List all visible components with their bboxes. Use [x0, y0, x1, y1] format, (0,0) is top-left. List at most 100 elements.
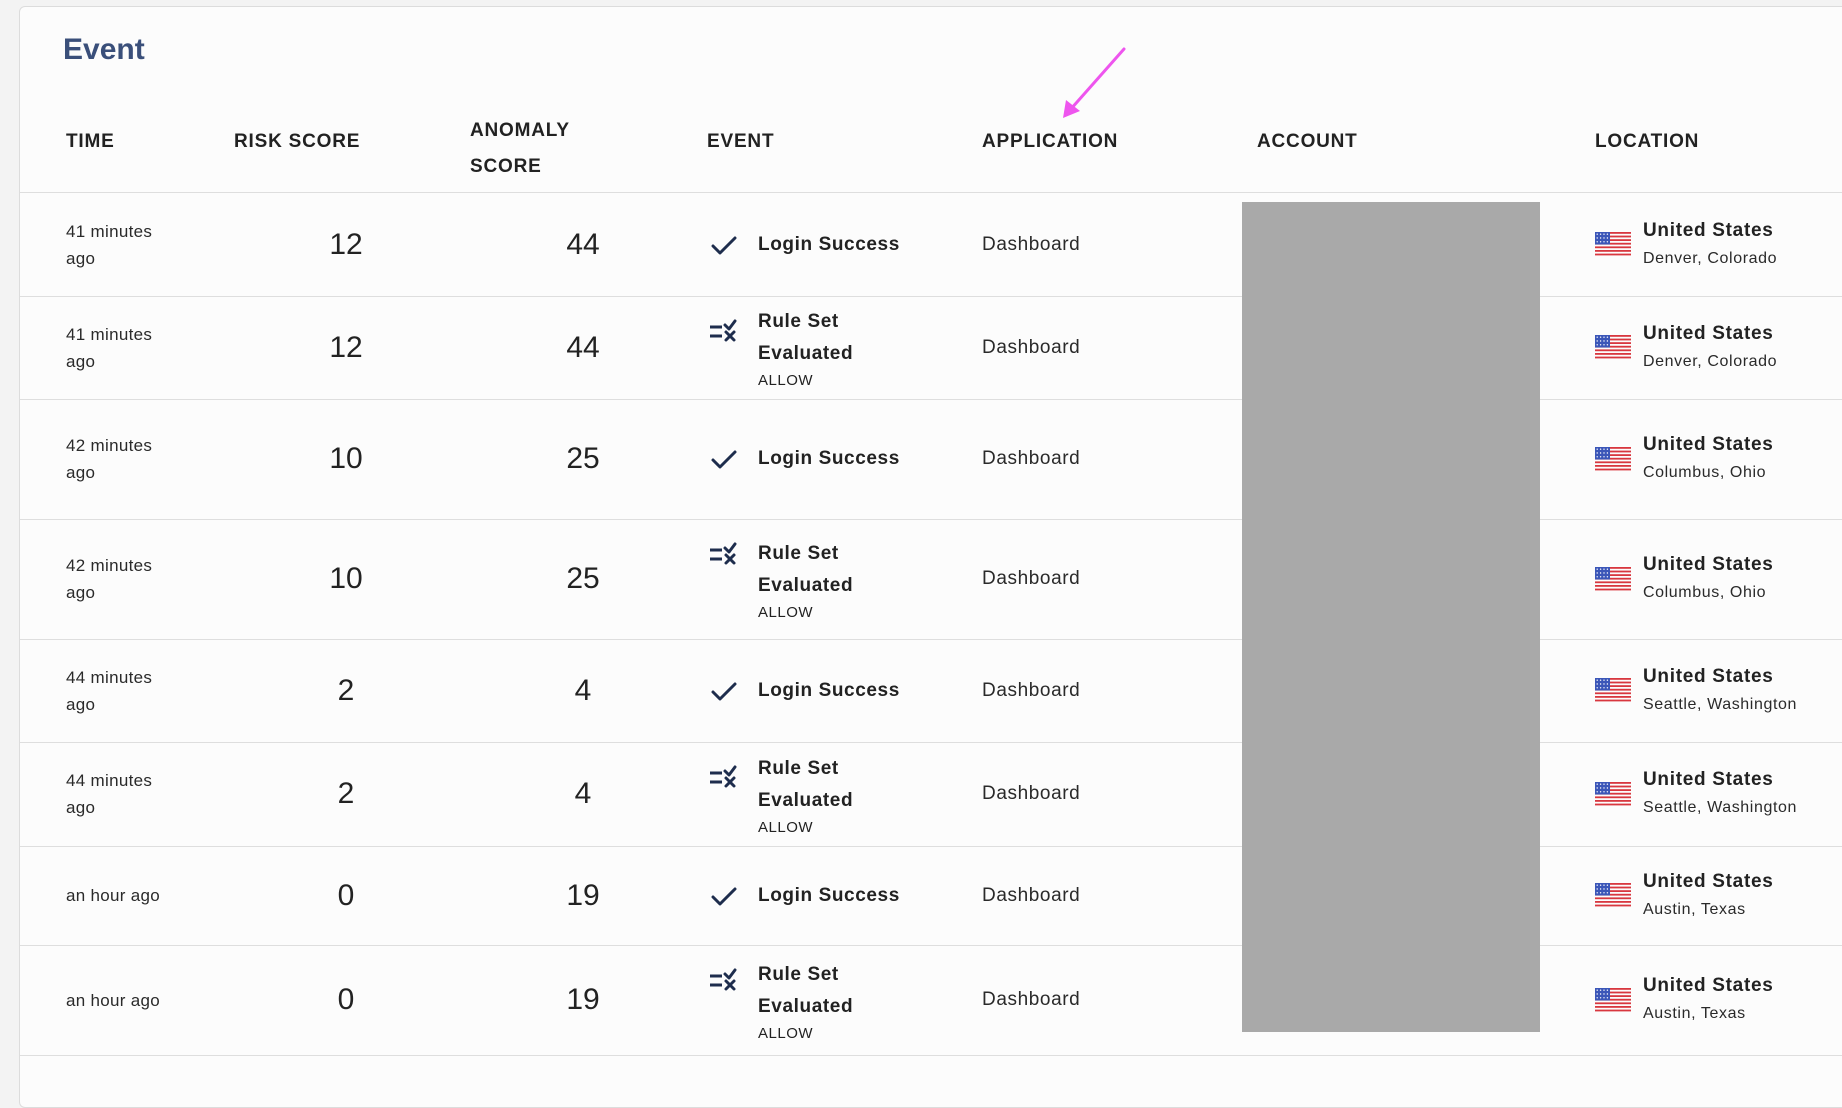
anomaly-score-cell: 19	[566, 983, 600, 1016]
event-name: Login Success	[758, 233, 900, 255]
country-name: United States	[1643, 434, 1774, 455]
event-outcome: ALLOW	[758, 818, 814, 836]
event-name: Rule Set Evaluated	[758, 757, 854, 811]
event-cell: Login Success	[706, 639, 966, 742]
application-cell: Dashboard	[982, 233, 1081, 255]
anomaly-score-cell: 44	[566, 227, 600, 261]
country-name: United States	[1643, 219, 1774, 241]
city-name: Seattle, Washington	[1643, 799, 1798, 816]
check-icon	[706, 443, 758, 475]
risk-score-cell: 12	[329, 227, 363, 261]
rule-set-icon	[706, 539, 758, 571]
column-header-event[interactable]: EVENT	[707, 131, 774, 153]
time-cell: 44 minutes ago	[66, 742, 196, 846]
event-outcome: ALLOW	[758, 372, 814, 389]
column-header-location[interactable]: LOCATION	[1595, 131, 1699, 153]
table-row[interactable]: 41 minutes ago 12 44 Login Success Dashboard…	[20, 193, 1842, 297]
us-flag-icon	[1595, 781, 1643, 807]
location-cell: United States Austin, Texas	[1595, 846, 1842, 945]
us-flag-icon	[1595, 566, 1643, 592]
time-text: 44 minutes ago	[66, 771, 153, 817]
country-name: United States	[1643, 322, 1774, 344]
column-header-time[interactable]: TIME	[66, 131, 115, 153]
column-header-risk-score[interactable]: RISK SCORE	[234, 131, 360, 153]
location-cell: United States Seattle, Washington	[1595, 742, 1842, 846]
event-name: Rule Set Evaluated	[758, 311, 854, 364]
table-row[interactable]: 42 minutes ago 10 25 Rule Set Evaluated ALLO…	[20, 519, 1842, 640]
location-cell: United States Austin, Texas	[1595, 945, 1842, 1055]
application-cell: Dashboard	[982, 989, 1081, 1010]
us-flag-icon	[1595, 678, 1643, 703]
rule-set-icon	[706, 762, 758, 794]
time-text: 42 minutes ago	[66, 556, 153, 602]
event-outcome: ALLOW	[758, 603, 814, 621]
location-cell: United States Seattle, Washington	[1595, 639, 1842, 742]
time-text: 42 minutes ago	[66, 436, 153, 482]
application-cell: Dashboard	[982, 884, 1081, 906]
risk-score-cell: 2	[337, 673, 355, 707]
risk-score-cell: 0	[337, 983, 355, 1016]
event-name: Rule Set Evaluated	[758, 542, 854, 596]
risk-score-cell: 10	[329, 562, 363, 595]
event-outcome: ALLOW	[758, 1024, 814, 1042]
event-cell: Login Success	[706, 399, 966, 519]
anomaly-score-cell: 25	[566, 442, 600, 475]
table-row[interactable]: 42 minutes ago 10 25 Login Success Dashboard…	[20, 399, 1842, 520]
us-flag-icon	[1595, 446, 1643, 472]
event-cell: Rule Set Evaluated ALLOW	[706, 742, 966, 846]
event-name: Login Success	[758, 884, 900, 906]
anomaly-score-cell: 25	[566, 562, 600, 595]
country-name: United States	[1643, 554, 1774, 575]
table-row[interactable]: an hour ago 0 19 Rule Set Evaluated ALLOW Das…	[20, 945, 1842, 1056]
table-row[interactable]: an hour ago 0 19 Login Success Dashboard Unit…	[20, 846, 1842, 946]
city-name: Columbus, Ohio	[1643, 584, 1767, 601]
event-panel: Event TIME RISK SCORE ANOMALY SCORE EVEN…	[19, 6, 1842, 1108]
city-name: Denver, Colorado	[1643, 249, 1778, 267]
risk-score-cell: 0	[337, 878, 355, 912]
location-cell: United States Denver, Colorado	[1595, 296, 1842, 399]
city-name: Austin, Texas	[1643, 1005, 1746, 1022]
us-flag-icon	[1595, 987, 1643, 1013]
risk-score-cell: 10	[329, 442, 363, 475]
check-icon	[706, 675, 758, 707]
time-cell: 41 minutes ago	[66, 193, 196, 296]
panel-title: Event	[63, 33, 145, 66]
column-header-anomaly-score[interactable]: ANOMALY SCORE	[470, 113, 570, 185]
time-text: an hour ago	[66, 990, 161, 1010]
time-cell: 42 minutes ago	[66, 519, 196, 639]
anomaly-score-cell: 4	[574, 673, 592, 707]
rule-set-icon	[706, 316, 758, 348]
anomaly-score-cell: 4	[574, 777, 592, 810]
table-row[interactable]: 44 minutes ago 2 4 Login Success Dashboard Un…	[20, 639, 1842, 743]
column-header-account[interactable]: ACCOUNT	[1257, 131, 1358, 153]
time-text: 41 minutes ago	[66, 221, 153, 268]
location-cell: United States Columbus, Ohio	[1595, 519, 1842, 639]
time-text: an hour ago	[66, 886, 161, 905]
application-cell: Dashboard	[982, 448, 1081, 469]
anomaly-score-cell: 44	[566, 330, 600, 364]
table-row[interactable]: 41 minutes ago 12 44 Rule Set Evaluated ALLO…	[20, 296, 1842, 400]
time-cell: 42 minutes ago	[66, 399, 196, 519]
location-cell: United States Columbus, Ohio	[1595, 399, 1842, 519]
country-name: United States	[1643, 975, 1774, 996]
column-header-application[interactable]: APPLICATION	[982, 131, 1118, 153]
city-name: Columbus, Ohio	[1643, 464, 1767, 481]
account-redaction-block	[1242, 202, 1540, 1032]
country-name: United States	[1643, 769, 1774, 790]
event-cell: Rule Set Evaluated ALLOW	[706, 296, 966, 399]
us-flag-icon	[1595, 335, 1643, 360]
check-icon	[706, 880, 758, 912]
table-row[interactable]: 44 minutes ago 2 4 Rule Set Evaluated ALLOW D…	[20, 742, 1842, 847]
anomaly-score-cell: 19	[566, 878, 600, 912]
time-cell: an hour ago	[66, 945, 196, 1055]
risk-score-cell: 12	[329, 330, 363, 364]
risk-score-cell: 2	[337, 777, 355, 810]
city-name: Denver, Colorado	[1643, 352, 1778, 370]
event-cell: Rule Set Evaluated ALLOW	[706, 519, 966, 639]
application-cell: Dashboard	[982, 568, 1081, 589]
location-cell: United States Denver, Colorado	[1595, 193, 1842, 296]
event-cell: Login Success	[706, 846, 966, 945]
country-name: United States	[1643, 665, 1774, 687]
rule-set-icon	[706, 965, 758, 997]
time-text: 41 minutes ago	[66, 324, 153, 371]
